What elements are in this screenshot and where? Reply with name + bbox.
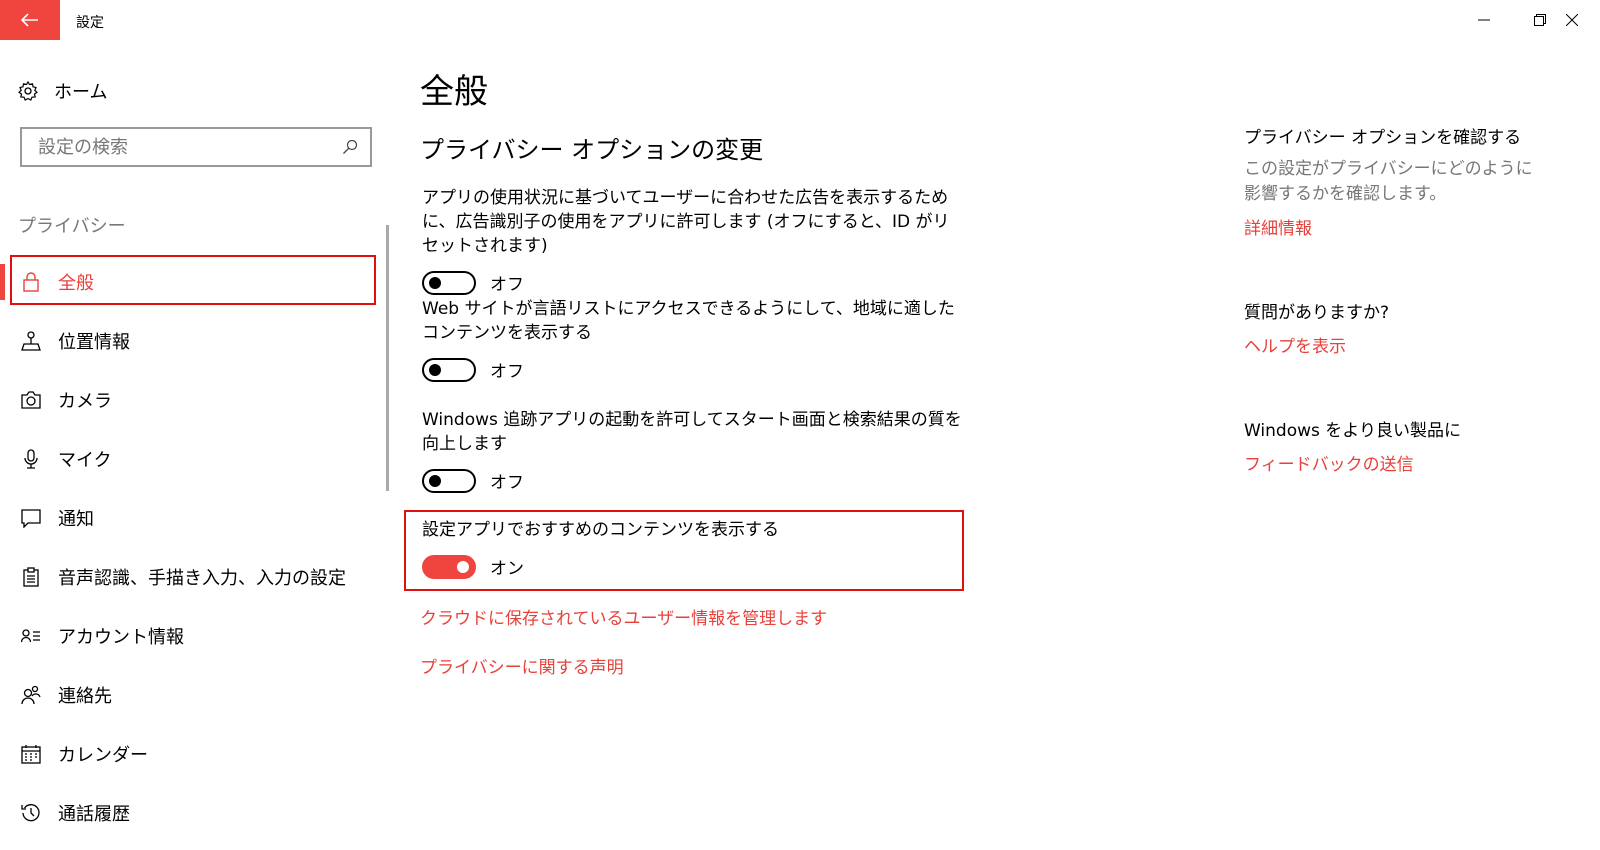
sidebar-item-speech-inking[interactable]: 音声認識、手描き入力、入力の設定 <box>0 547 395 606</box>
notification-icon <box>20 507 42 529</box>
learn-more-link[interactable]: 詳細情報 <box>1244 214 1312 239</box>
lock-icon <box>20 271 42 293</box>
sidebar-item-label: カレンダー <box>58 744 148 766</box>
privacy-options-description: この設定がプライバシーにどのように影響するかを確認します。 <box>1244 159 1533 204</box>
setting-description: Windows 追跡アプリの起動を許可してスタート画面と検索結果の質を向上します <box>422 410 962 454</box>
setting-suggested-content: 設定アプリでおすすめのコンテンツを表示する オン <box>422 518 962 579</box>
camera-icon <box>20 389 42 411</box>
advertising-id-toggle[interactable] <box>422 270 476 295</box>
account-info-icon <box>20 625 42 647</box>
cloud-info-link[interactable]: クラウドに保存されているユーザー情報を管理します <box>420 604 827 629</box>
sidebar-item-calendar[interactable]: カレンダー <box>0 724 395 783</box>
question-header: 質問がありますか? <box>1244 303 1390 323</box>
setting-app-launch-tracking: Windows 追跡アプリの起動を許可してスタート画面と検索結果の質を向上します… <box>422 408 962 493</box>
active-indicator <box>0 264 5 300</box>
privacy-nav-list: 全般 位置情報 カメラ マイク 通知 音声認識、手描き入力、入力の設定 アカウン… <box>0 252 395 842</box>
location-icon <box>20 330 42 352</box>
setting-description: アプリの使用状況に基づいてユーザーに合わせた広告を表示するために、広告識別子の使… <box>422 188 950 256</box>
sidebar-item-label: 連絡先 <box>58 685 112 707</box>
language-list-toggle[interactable] <box>422 357 476 382</box>
sidebar-item-label: 全般 <box>58 272 94 294</box>
sidebar: ホーム プライバシー 全般 <box>0 40 395 850</box>
sidebar-item-label: 音声認識、手描き入力、入力の設定 <box>58 567 346 589</box>
sidebar-scrollbar[interactable] <box>386 225 389 491</box>
toggle-knob <box>429 363 441 376</box>
privacy-options-header: プライバシー オプションを確認する <box>1244 128 1522 148</box>
send-feedback-link[interactable]: フィードバックの送信 <box>1244 450 1414 475</box>
setting-advertising-id: アプリの使用状況に基づいてユーザーに合わせた広告を表示するために、広告識別子の使… <box>422 186 962 295</box>
toggle-state-label: オフ <box>490 362 524 382</box>
sidebar-item-call-history[interactable]: 通話履歴 <box>0 783 395 842</box>
minimize-icon <box>1478 19 1490 21</box>
sidebar-item-contacts[interactable]: 連絡先 <box>0 665 395 724</box>
sidebar-item-label: 通話履歴 <box>58 803 130 825</box>
toggle-knob <box>457 560 469 573</box>
toggle-knob <box>429 474 441 487</box>
setting-description: 設定アプリでおすすめのコンテンツを表示する <box>422 520 779 540</box>
sidebar-item-label: カメラ <box>58 390 112 412</box>
privacy-section-label: プライバシー <box>18 216 126 237</box>
back-arrow-icon <box>21 13 38 27</box>
contacts-icon <box>20 684 42 706</box>
feedback-header: Windows をより良い製品に <box>1244 421 1461 441</box>
clipboard-icon <box>20 566 42 588</box>
setting-description: Web サイトが言語リストにアクセスできるようにして、地域に適したコンテンツを表… <box>422 299 955 343</box>
privacy-statement-link[interactable]: プライバシーに関する声明 <box>420 653 624 678</box>
sidebar-item-label: 位置情報 <box>58 331 130 353</box>
close-icon <box>1566 14 1578 26</box>
home-label: ホーム <box>54 82 108 103</box>
home-nav-item[interactable]: ホーム <box>18 76 107 106</box>
minimize-button[interactable] <box>1456 0 1512 40</box>
section-title: プライバシー オプションの変更 <box>420 136 764 164</box>
close-button[interactable] <box>1544 0 1600 40</box>
toggle-state-label: オフ <box>490 275 524 295</box>
search-box[interactable] <box>20 127 372 167</box>
toggle-state-label: オン <box>490 559 524 579</box>
sidebar-item-general[interactable]: 全般 <box>0 252 395 311</box>
toggle-knob <box>429 276 441 289</box>
app-launch-tracking-toggle[interactable] <box>422 468 476 493</box>
sidebar-item-label: 通知 <box>58 508 94 530</box>
sidebar-item-account-info[interactable]: アカウント情報 <box>0 606 395 665</box>
window-title: 設定 <box>76 15 104 31</box>
calendar-icon <box>20 743 42 765</box>
toggle-state-label: オフ <box>490 473 524 493</box>
gear-icon <box>18 81 38 101</box>
microphone-icon <box>20 448 42 470</box>
get-help-link[interactable]: ヘルプを表示 <box>1244 332 1346 357</box>
history-icon <box>20 802 42 824</box>
sidebar-item-microphone[interactable]: マイク <box>0 429 395 488</box>
sidebar-item-notifications[interactable]: 通知 <box>0 488 395 547</box>
title-bar: 設定 <box>0 0 1600 40</box>
setting-language-list: Web サイトが言語リストにアクセスできるようにして、地域に適したコンテンツを表… <box>422 297 962 382</box>
sidebar-item-camera[interactable]: カメラ <box>0 370 395 429</box>
page-title: 全般 <box>420 72 488 112</box>
suggested-content-toggle[interactable] <box>422 554 476 579</box>
search-input[interactable] <box>36 135 326 159</box>
sidebar-item-label: アカウント情報 <box>58 626 184 648</box>
back-button[interactable] <box>0 0 60 40</box>
sidebar-item-location[interactable]: 位置情報 <box>0 311 395 370</box>
sidebar-item-label: マイク <box>58 449 112 471</box>
search-icon[interactable] <box>342 139 358 155</box>
